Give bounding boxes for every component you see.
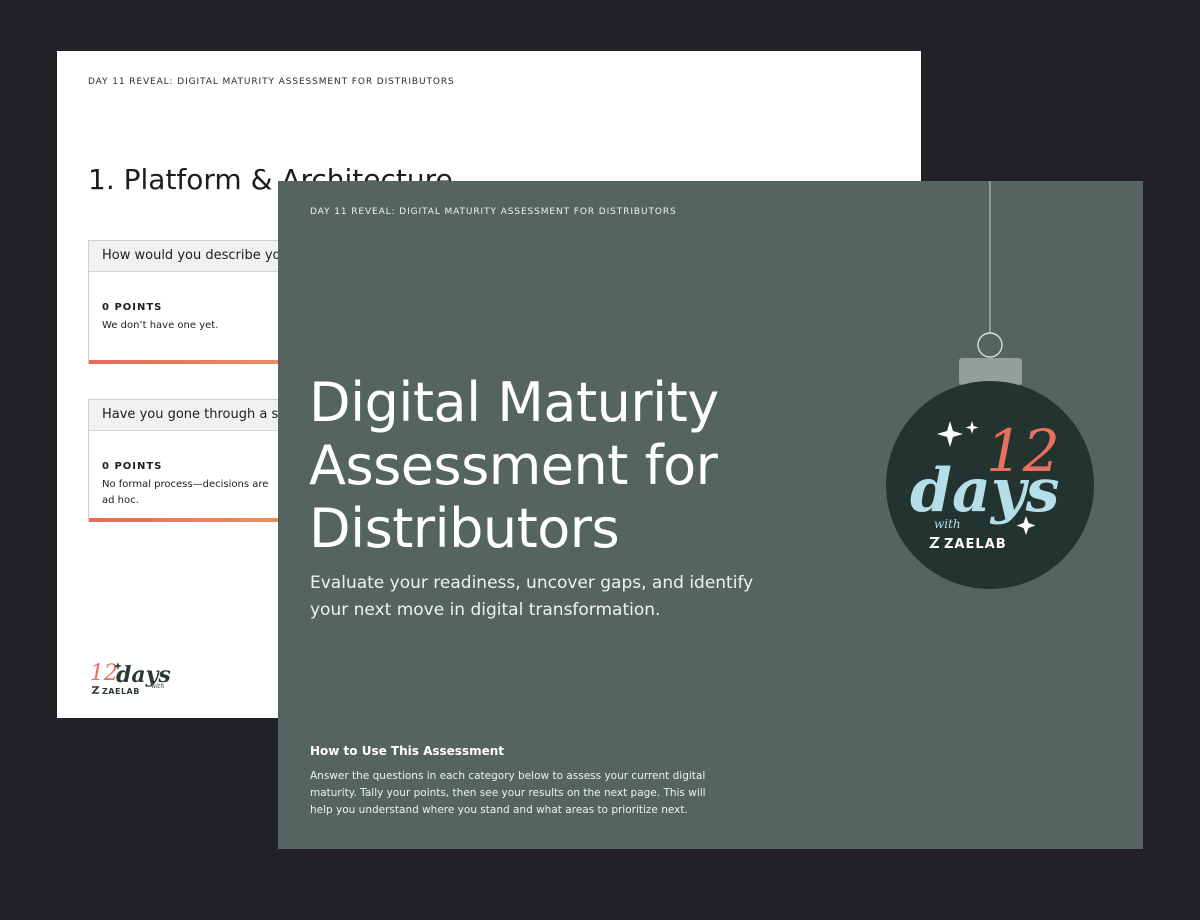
title-line: Assessment for: [309, 434, 718, 497]
front-page-eyebrow: DAY 11 REVEAL: DIGITAL MATURITY ASSESSME…: [310, 207, 677, 217]
front-page: DAY 11 REVEAL: DIGITAL MATURITY ASSESSME…: [278, 181, 1143, 849]
howto-text: Answer the questions in each category be…: [310, 770, 706, 816]
christmas-ornament-logo: 12 days with ZAELAB: [886, 181, 1094, 589]
ornament-word: days: [910, 456, 1059, 526]
howto-heading: How to Use This Assessment: [310, 744, 504, 758]
back-page-eyebrow: DAY 11 REVEAL: DIGITAL MATURITY ASSESSME…: [88, 77, 455, 87]
answer-text: No formal process—decisions are ad hoc.: [102, 479, 269, 506]
logo-brand: ZAELAB: [102, 687, 140, 696]
ornament-brand: ZAELAB: [944, 537, 1007, 552]
ornament-cap: [959, 358, 1022, 385]
answer-text: We don’t have one yet.: [102, 320, 219, 331]
page-title: Digital Maturity Assessment for Distribu…: [309, 371, 869, 560]
zaelab-mark-icon: [91, 686, 100, 694]
ornament-loop: [977, 332, 1003, 358]
ornament-with: with: [934, 517, 961, 531]
logo-number: 12: [90, 661, 118, 686]
twelve-days-logo: 12 days with ZAELAB: [90, 661, 171, 696]
logo-with: with: [151, 683, 164, 690]
title-line: Digital Maturity: [309, 371, 719, 434]
page-subtitle: Evaluate your readiness, uncover gaps, a…: [310, 573, 754, 620]
title-line: Distributors: [309, 497, 620, 560]
